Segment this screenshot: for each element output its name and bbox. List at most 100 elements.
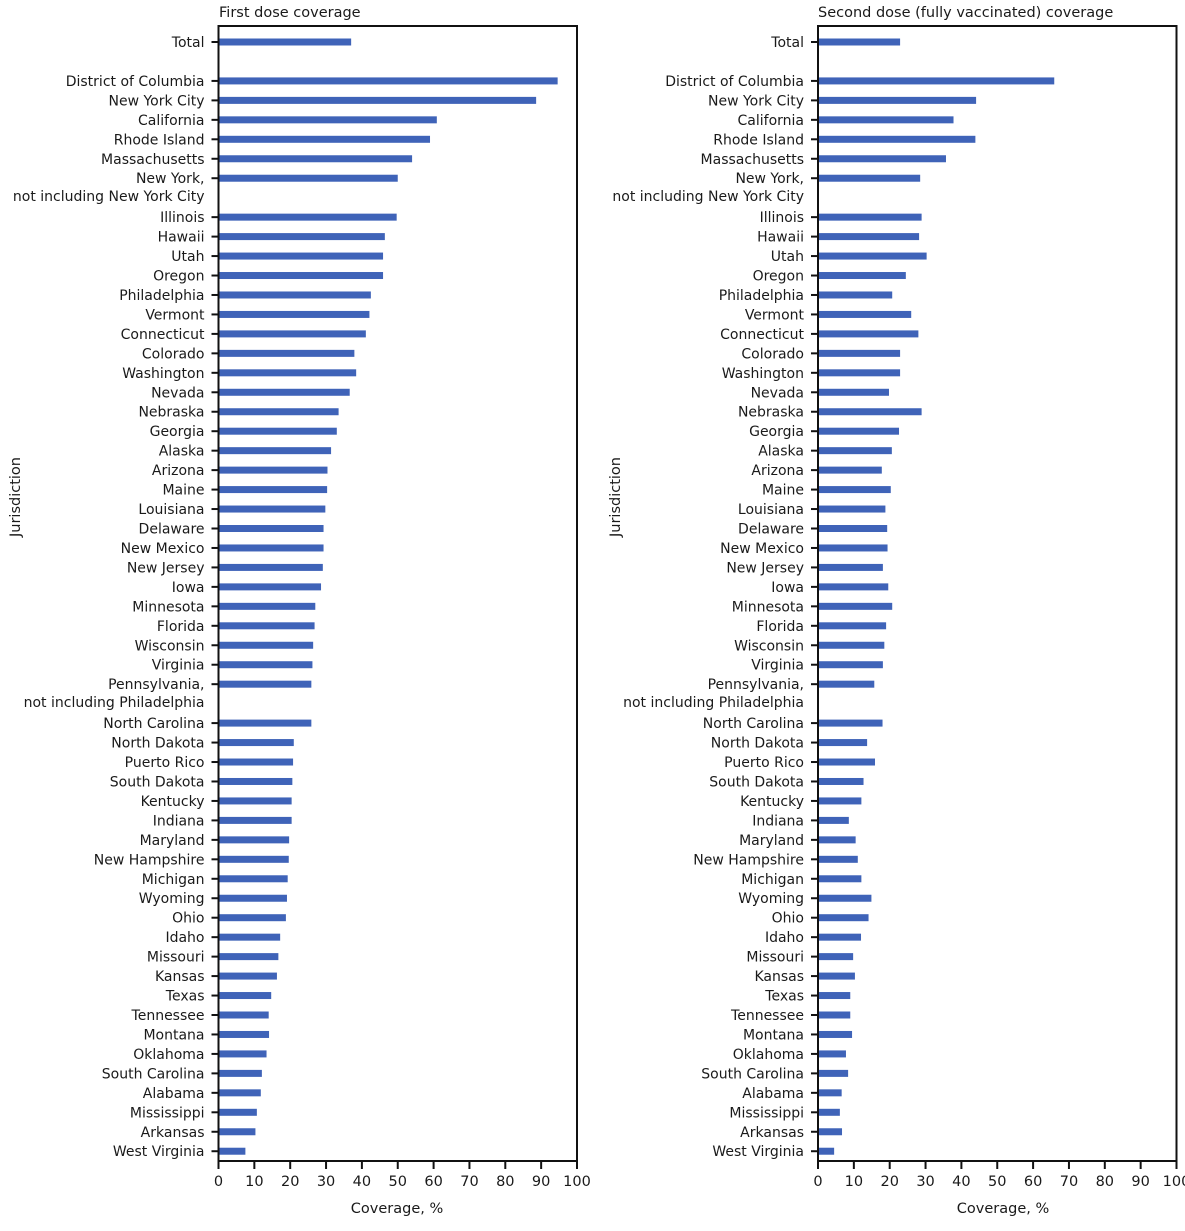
bar xyxy=(819,972,855,980)
y-tick-label: New York City xyxy=(109,93,205,109)
bar xyxy=(819,602,893,610)
y-tick-label: Pennsylvania, not including Philadelphia xyxy=(623,677,804,711)
bar xyxy=(219,1030,270,1038)
y-tick-label: Alaska xyxy=(159,444,205,460)
x-tick-label: 50 xyxy=(988,1174,1006,1190)
bar xyxy=(219,291,371,299)
y-tick-label: Vermont xyxy=(745,307,805,323)
y-tick-label: Maryland xyxy=(140,833,205,849)
x-tick-label: 10 xyxy=(845,1174,863,1190)
bar xyxy=(219,525,324,532)
x-tick-label: 90 xyxy=(532,1174,550,1190)
bar xyxy=(819,213,922,221)
y-tick-label: Washington xyxy=(722,366,804,382)
y-tick-label: Indiana xyxy=(752,813,804,829)
y-tick-label: Total xyxy=(770,35,804,51)
bar xyxy=(819,447,892,455)
bar xyxy=(819,38,901,46)
bar xyxy=(819,1128,843,1136)
bar xyxy=(819,135,976,143)
bar xyxy=(219,116,437,124)
bar xyxy=(219,914,286,922)
x-tick-label: 10 xyxy=(245,1174,263,1190)
bar xyxy=(819,816,849,824)
x-tick-label: 90 xyxy=(1131,1174,1149,1190)
y-tick-label: South Dakota xyxy=(110,774,205,790)
y-tick-label: Connecticut xyxy=(121,327,205,343)
y-tick-label: Vermont xyxy=(145,307,205,323)
x-tick-label: 0 xyxy=(813,1174,822,1190)
y-tick-label: Ohio xyxy=(772,911,804,927)
y-tick-label: Louisiana xyxy=(738,502,804,518)
bar xyxy=(219,836,290,844)
x-tick-label: 100 xyxy=(1163,1174,1185,1190)
y-tick-label: New York City xyxy=(708,93,804,109)
y-tick-label: North Carolina xyxy=(703,716,804,732)
y-tick-label: New Hampshire xyxy=(94,852,205,868)
bar xyxy=(819,622,887,630)
bar xyxy=(819,310,912,318)
y-tick-label: Nevada xyxy=(151,385,204,401)
y-tick-label: Massachusetts xyxy=(701,152,804,168)
y-tick-label: Rhode Island xyxy=(713,132,804,148)
bar xyxy=(819,505,886,513)
bar xyxy=(819,777,864,785)
y-axis-title: Jurisdiction xyxy=(608,457,624,538)
y-tick-label: District of Columbia xyxy=(66,74,205,90)
y-tick-label: Mississippi xyxy=(130,1105,205,1121)
bar xyxy=(219,933,281,941)
y-tick-label: Washington xyxy=(122,366,204,382)
bar xyxy=(219,1128,256,1136)
bar xyxy=(219,427,337,435)
bar xyxy=(819,155,946,163)
y-tick-label: West Virginia xyxy=(712,1144,804,1160)
chart-title: First dose coverage xyxy=(219,5,361,21)
y-tick-label: Kansas xyxy=(754,969,804,985)
y-tick-label: Florida xyxy=(157,619,205,635)
coverage-charts: First dose coverage Jurisdiction Coverag… xyxy=(8,5,1185,1217)
bar xyxy=(819,855,858,863)
bar xyxy=(219,1108,257,1116)
x-tick-label: 60 xyxy=(1024,1174,1042,1190)
bar xyxy=(819,427,900,435)
x-tick-label: 20 xyxy=(281,1174,299,1190)
y-tick-label: Alabama xyxy=(143,1086,205,1102)
y-tick-label: West Virginia xyxy=(113,1144,205,1160)
bar xyxy=(819,525,888,532)
y-tick-label: Idaho xyxy=(765,930,804,946)
y-tick-label: Delaware xyxy=(139,522,205,538)
y-tick-label: Arkansas xyxy=(141,1125,205,1141)
y-tick-label: Michigan xyxy=(741,872,804,888)
chart-title: Second dose (fully vaccinated) coverage xyxy=(818,5,1113,21)
y-tick-label: Colorado xyxy=(142,346,205,362)
y-tick-label: Minnesota xyxy=(732,599,804,615)
bar xyxy=(819,933,862,941)
y-tick-label: Massachusetts xyxy=(101,152,204,168)
y-tick-label: Arizona xyxy=(152,463,205,479)
bar xyxy=(219,816,292,824)
y-tick-label: Maryland xyxy=(739,833,804,849)
bar xyxy=(819,1050,846,1058)
y-tick-label: Wyoming xyxy=(738,891,804,907)
bar xyxy=(819,272,906,280)
bar xyxy=(819,408,922,416)
y-tick-label: Indiana xyxy=(153,813,205,829)
bar xyxy=(819,1030,853,1038)
bar xyxy=(819,174,921,182)
bar xyxy=(819,739,868,747)
y-tick-label: Missouri xyxy=(746,950,804,966)
bar xyxy=(219,272,384,280)
y-tick-label: Maine xyxy=(762,483,804,499)
plot-frame xyxy=(217,25,578,1162)
y-tick-label: Maine xyxy=(162,483,204,499)
bar xyxy=(819,875,862,883)
x-tick-label: 30 xyxy=(317,1174,335,1190)
bar xyxy=(219,972,277,980)
y-tick-label: North Dakota xyxy=(111,736,204,752)
x-tick-label: 30 xyxy=(916,1174,934,1190)
bar xyxy=(219,602,316,610)
y-tick-label: Rhode Island xyxy=(114,132,205,148)
bar xyxy=(819,1108,840,1116)
y-tick-label: Virginia xyxy=(152,658,205,674)
bar xyxy=(819,836,856,844)
